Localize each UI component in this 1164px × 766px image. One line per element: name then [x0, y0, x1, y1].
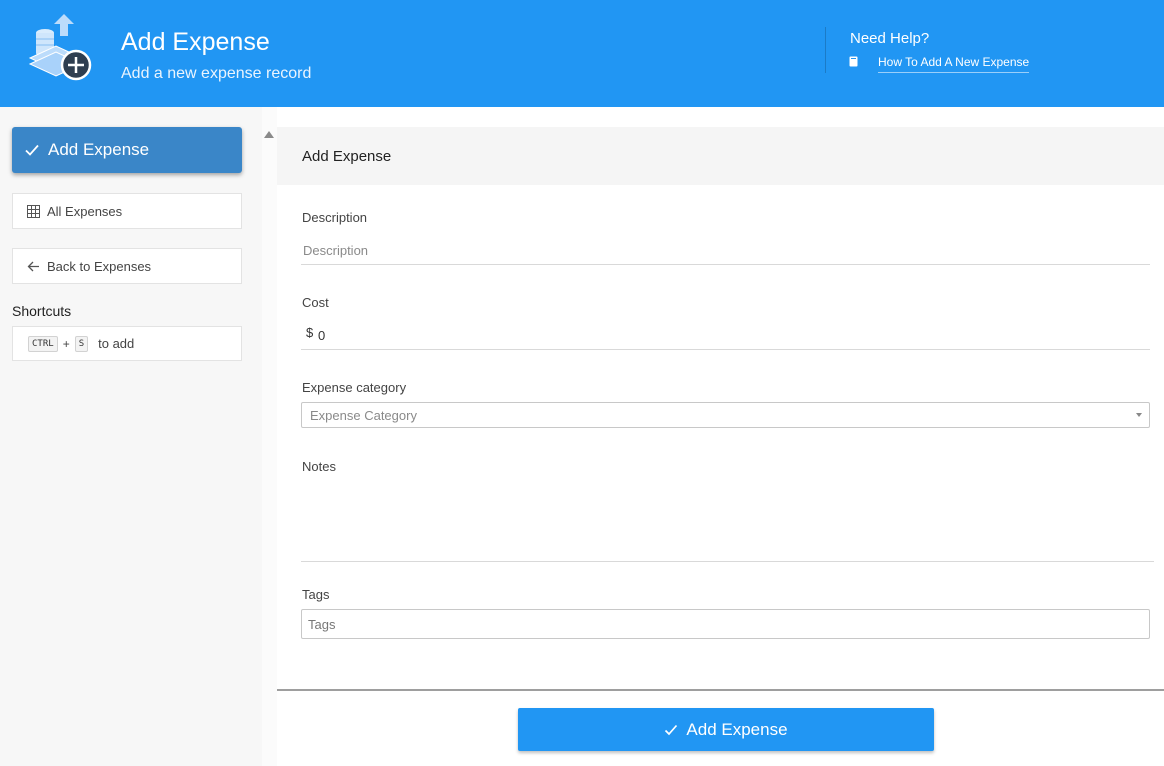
tags-label: Tags — [302, 587, 330, 602]
sidebar-scrollbar[interactable] — [262, 107, 277, 766]
book-icon — [849, 56, 858, 67]
shortcut-plus: + — [62, 336, 70, 351]
shortcuts-title: Shortcuts — [12, 303, 72, 319]
description-label: Description — [302, 210, 368, 225]
sidebar-item-label: Back to Expenses — [47, 258, 152, 274]
submit-label: Add Expense — [686, 719, 788, 739]
expense-category-select[interactable]: Expense Category — [301, 402, 1150, 428]
s-key: S — [74, 335, 89, 352]
help-link[interactable]: How To Add A New Expense — [878, 55, 1030, 73]
cost-input[interactable] — [301, 322, 1150, 350]
grid-icon — [27, 204, 40, 218]
sidebar-item-back-to-expenses[interactable]: Back to Expenses — [12, 248, 242, 284]
sidebar-item-label: All Expenses — [47, 203, 123, 219]
cost-label: Cost — [302, 295, 329, 310]
category-label: Expense category — [302, 380, 407, 395]
app-header: Add Expense Add a new expense record Nee… — [0, 0, 1164, 107]
arrow-left-icon — [27, 261, 39, 271]
panel-title: Add Expense — [302, 148, 392, 165]
help-title: Need Help? — [850, 30, 930, 47]
footer-divider — [277, 689, 1164, 691]
sidebar-add-expense-button[interactable]: Add Expense — [12, 127, 242, 173]
description-input[interactable] — [301, 237, 1150, 265]
main-top-spacer — [277, 107, 1164, 127]
check-icon — [25, 144, 39, 156]
header-divider — [825, 27, 826, 73]
submit-add-expense-button[interactable]: Add Expense — [518, 708, 934, 751]
notes-textarea[interactable] — [301, 483, 1154, 562]
sidebar-add-expense-label: Add Expense — [48, 140, 150, 159]
shortcut-action: to add — [98, 336, 135, 351]
sidebar-item-all-expenses[interactable]: All Expenses — [12, 193, 242, 229]
expense-logo-icon — [28, 14, 92, 81]
ctrl-key: CTRL — [28, 335, 58, 352]
panel-header — [277, 127, 1164, 185]
notes-label: Notes — [302, 459, 336, 474]
category-placeholder: Expense Category — [310, 407, 417, 423]
scroll-up-icon[interactable] — [264, 131, 274, 138]
page-subtitle: Add a new expense record — [121, 65, 312, 82]
page-title: Add Expense — [121, 28, 270, 56]
check-icon — [665, 724, 678, 735]
shortcut-item: CTRL + S to add — [12, 326, 242, 361]
chevron-down-icon — [1136, 413, 1142, 417]
tags-input[interactable] — [301, 609, 1150, 639]
